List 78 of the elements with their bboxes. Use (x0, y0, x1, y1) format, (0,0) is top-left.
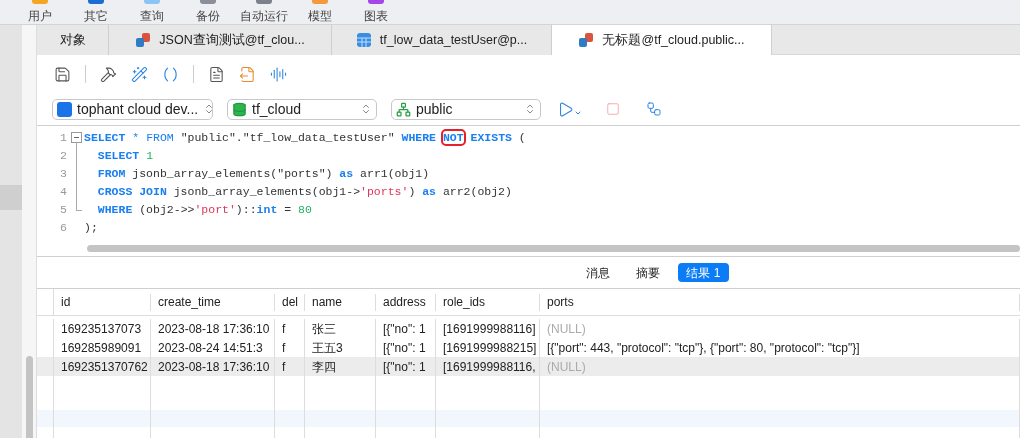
code-line: CROSS JOIN jsonb_array_elements(obj1->'ports') as arr2(obj2) (96, 184, 512, 201)
line-number: 1 (59, 130, 68, 147)
column-header[interactable]: role_ids (436, 293, 493, 311)
code-line: SELECT * FROM "public"."tf_low_data_testUser" WHERE NOT EXISTS ( (83, 130, 526, 147)
table-cell-text: f (281, 339, 287, 357)
document-icon[interactable] (208, 65, 225, 83)
horizontal-scrollbar[interactable] (87, 245, 1020, 252)
caret-icon[interactable] (574, 109, 582, 117)
dropdown[interactable]: public (391, 98, 541, 120)
line-number: 2 (59, 148, 68, 165)
table-cell-text: [{"port": 443, "protocol": "tcp"}, {"port": 80, "protocol": "tcp"}] (546, 339, 861, 357)
run-icon[interactable] (557, 100, 574, 118)
chevron-updown-icon (524, 103, 536, 115)
scrollbar-thumb[interactable] (25, 356, 33, 438)
editor-tab[interactable]: tf_low_data_testUser@p... (332, 25, 552, 55)
line-number: 4 (59, 184, 68, 201)
line-number: 6 (59, 220, 68, 237)
toolbar-button[interactable]: 图表 (348, 0, 404, 24)
toolbar-button[interactable]: 模型 (292, 0, 348, 24)
toolbar-button[interactable]: 其它 (68, 0, 124, 24)
table-cell-text: [1691999988116, (442, 358, 537, 376)
table-cell-text: (NULL) (546, 358, 587, 376)
table-cell-text: [1691999988215] (442, 339, 538, 357)
schema-icon (396, 101, 411, 117)
table-cell-text: f (281, 358, 287, 376)
database-icon (232, 101, 247, 117)
result-tab[interactable]: 消息 (578, 263, 619, 282)
table-cell-text: (NULL) (546, 320, 587, 338)
table-cell-text: 2023-08-24 14:51:3 (157, 339, 264, 357)
editor-tab[interactable]: 无标题@tf_cloud.public... (552, 25, 772, 55)
table-row[interactable]: 1692351370762 2023-08-18 17:36:10 f 李四 [{"no": 1 [1691999988116, (NULL) (37, 357, 1020, 376)
line-number: 3 (59, 166, 68, 183)
toolbar-button[interactable]: 备份 (180, 0, 236, 24)
dropdown[interactable]: tf_cloud (227, 98, 377, 120)
hammer-icon[interactable] (100, 65, 117, 83)
toolbar-button[interactable]: 自动运行 (236, 0, 292, 24)
save-icon[interactable] (54, 65, 71, 83)
code-line: ); (83, 220, 98, 237)
table-icon (355, 32, 372, 48)
column-header[interactable]: ports (540, 293, 581, 311)
database-icon (578, 32, 595, 48)
table-cell-text: 2023-08-18 17:36:10 (157, 320, 271, 338)
magic-wand-icon[interactable] (131, 65, 148, 83)
column-header[interactable]: name (305, 293, 350, 311)
code-line: SELECT 1 (96, 148, 154, 165)
result-tab[interactable]: 摘要 (628, 263, 669, 282)
editor-tab[interactable]: JSON查询测试@tf_clou... (109, 25, 332, 55)
toolbar-button[interactable]: 查询 (124, 0, 180, 24)
audio-bars-icon[interactable] (270, 65, 287, 83)
table-cell-text: f (281, 320, 287, 338)
sql-editor[interactable] (37, 126, 1020, 257)
column-header[interactable]: create_time (151, 293, 228, 311)
column-header[interactable]: id (54, 293, 78, 311)
chevron-updown-icon (360, 103, 372, 115)
table-cell-text: 169285989091 (60, 339, 143, 357)
table-cell-text: 张三 (311, 320, 337, 338)
table-cell-text: [{"no": 1 (382, 358, 427, 376)
editor-tab[interactable]: 对象 (37, 25, 109, 55)
database-icon (135, 32, 152, 48)
dropdown[interactable]: tophant cloud dev... (52, 98, 213, 120)
table-cell-text: [{"no": 1 (382, 339, 427, 357)
table-cell-text: 2023-08-18 17:36:10 (157, 358, 271, 376)
column-header[interactable]: address (376, 293, 433, 311)
table-cell-text: 李四 (311, 358, 337, 376)
line-number: 5 (59, 202, 68, 219)
table-cell-text: 王五3 (311, 339, 344, 357)
export-icon[interactable] (239, 65, 256, 83)
code-line: FROM jsonb_array_elements("ports") as arr1(obj1) (96, 166, 430, 183)
table-cell-text: [1691999988116] (442, 320, 537, 338)
toolbar-button[interactable]: 用户 (12, 0, 68, 24)
column-header[interactable]: del (275, 293, 305, 311)
table-cell-text: 1692351370762 (60, 358, 149, 376)
result-tab[interactable]: 结果 1 (678, 263, 729, 282)
table-cell-text: [{"no": 1 (382, 320, 427, 338)
table-cell-text: 169235137073 (60, 320, 143, 338)
parentheses-icon[interactable] (162, 65, 179, 83)
code-line: WHERE (obj2->>'port')::int = 80 (96, 202, 312, 219)
fold-marker-icon[interactable] (70, 129, 82, 147)
